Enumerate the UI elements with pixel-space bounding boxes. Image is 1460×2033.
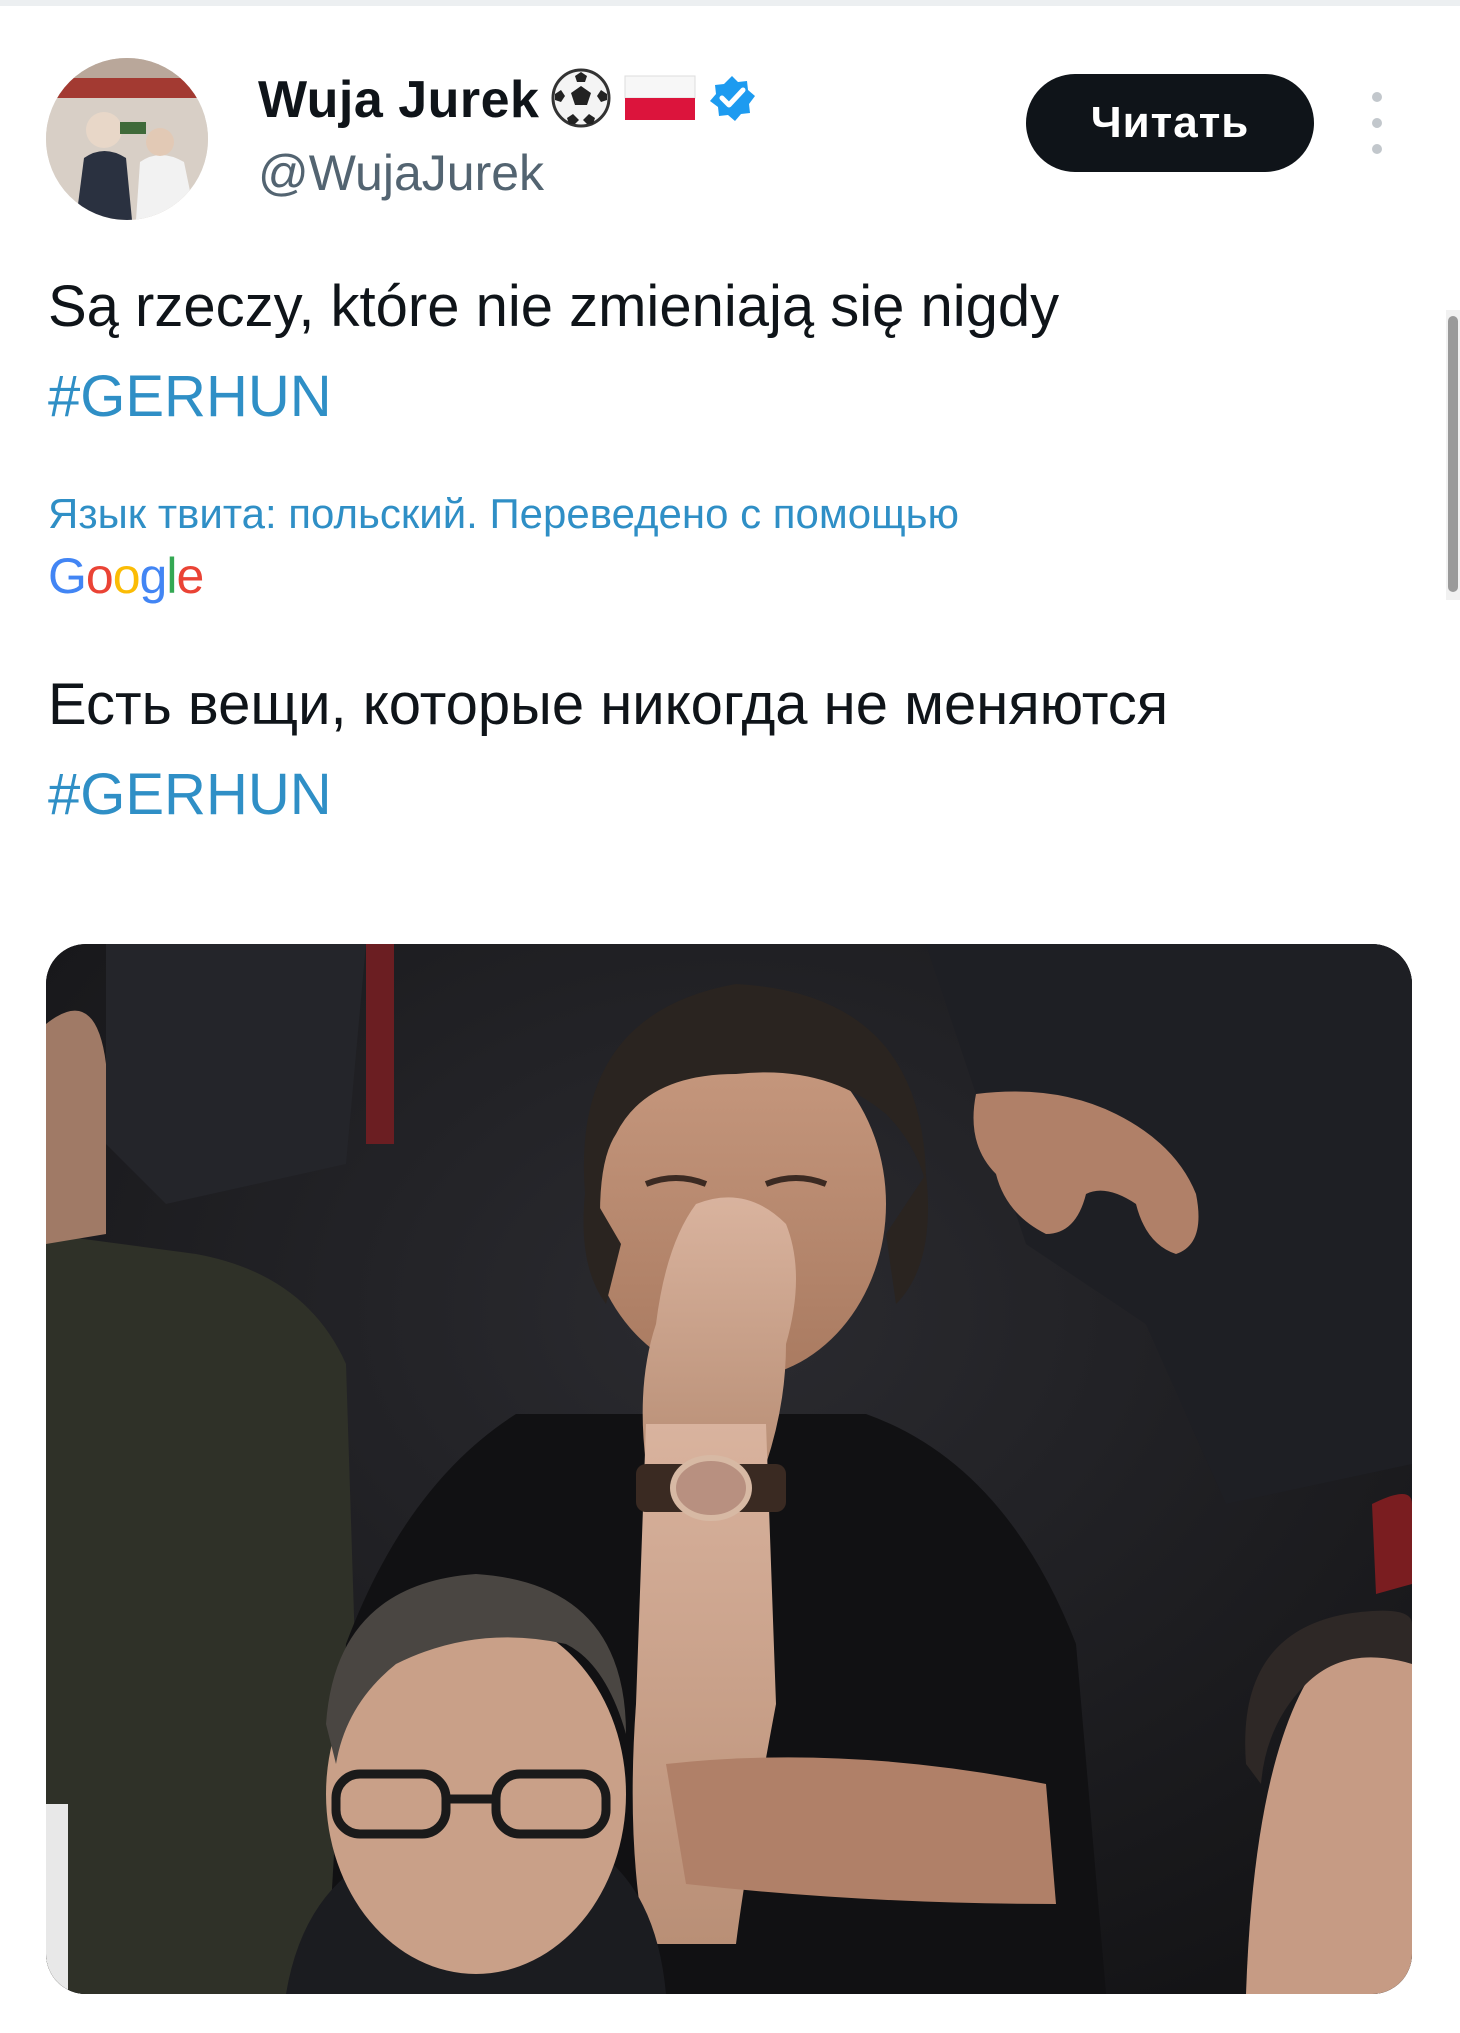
google-logo-letter: o	[85, 548, 114, 604]
author-avatar[interactable]	[46, 58, 208, 220]
google-logo-letter: o	[112, 548, 141, 604]
author-display-name[interactable]: Wuja Jurek	[258, 70, 539, 130]
scrollbar-thumb[interactable]	[1448, 316, 1458, 592]
author-name-row[interactable]: Wuja Jurek	[258, 68, 757, 132]
verified-badge-icon	[707, 73, 757, 128]
google-logo-letter: g	[139, 548, 168, 604]
author-handle[interactable]: @WujaJurek	[258, 144, 544, 202]
stadium-photo-image	[46, 944, 1412, 1994]
flag-poland-icon	[623, 72, 697, 129]
more-dot-icon	[1372, 92, 1382, 102]
tweet-text-original: Są rzeczy, które nie zmieniają się nigdy…	[48, 262, 1388, 442]
hashtag-link[interactable]: #GERHUN	[48, 762, 332, 827]
follow-button[interactable]: Читать	[1026, 74, 1314, 172]
top-divider	[0, 0, 1460, 6]
more-dot-icon	[1372, 118, 1382, 128]
soccer-ball-icon	[549, 66, 613, 135]
tweet-text-translated-body: Есть вещи, которые никогда не меняются	[48, 672, 1169, 737]
translation-note[interactable]: Язык твита: польский. Переведено с помощ…	[48, 486, 959, 542]
more-options-button[interactable]	[1362, 92, 1392, 154]
google-logo[interactable]: Google	[48, 544, 204, 608]
google-logo-letter: G	[48, 548, 87, 604]
hashtag-link[interactable]: #GERHUN	[48, 352, 1388, 442]
google-logo-letter: e	[176, 548, 204, 604]
more-dot-icon	[1372, 144, 1382, 154]
tweet-text-translated: Есть вещи, которые никогда не меняются #…	[48, 660, 1388, 840]
tweet-media-photo[interactable]	[46, 944, 1412, 1994]
tweet-text-original-body: Są rzeczy, które nie zmieniają się nigdy	[48, 274, 1060, 339]
avatar-image	[46, 58, 208, 220]
google-logo-letter: l	[166, 548, 177, 604]
